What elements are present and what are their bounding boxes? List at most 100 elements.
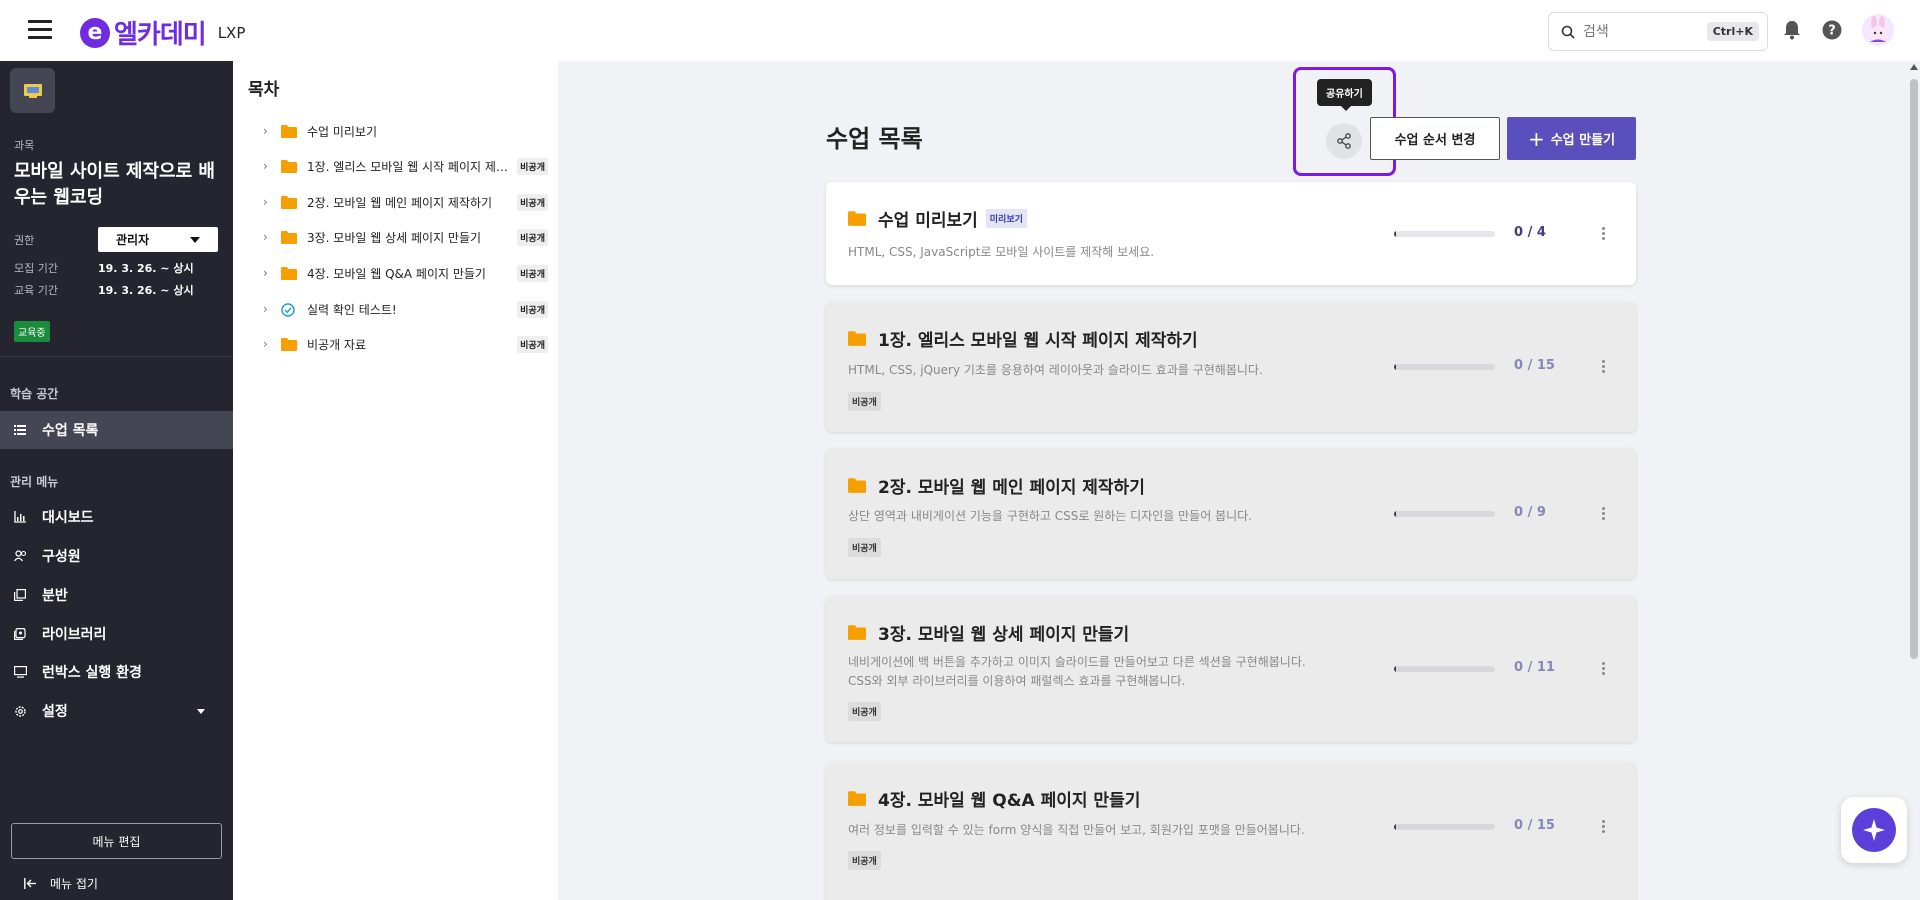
progress-count: 0 / 9 xyxy=(1514,505,1546,520)
sidebar-item-library[interactable]: 라이브러리 xyxy=(0,615,233,653)
chart-icon xyxy=(12,509,28,525)
progress-count: 0 / 15 xyxy=(1514,358,1555,373)
chevron-right-icon[interactable]: › xyxy=(263,159,273,173)
folder-icon xyxy=(281,230,297,244)
sidebar-item-runbox[interactable]: 런박스 실행 환경 xyxy=(0,653,233,691)
card-title: 2장. 모바일 웹 메인 페이지 제작하기 xyxy=(878,478,1145,498)
preview-badge: 미리보기 xyxy=(985,209,1027,228)
search-shortcut: Ctrl+K xyxy=(1706,22,1759,41)
private-badge: 비공개 xyxy=(848,702,881,721)
logo-text: 엘카데미 xyxy=(114,20,207,50)
sidebar-item-label: 라이브러리 xyxy=(42,627,107,643)
card-title: 4장. 모바일 웹 Q&A 페이지 만들기 xyxy=(878,791,1141,811)
toc-panel: 목차 › 수업 미리보기 › 1장. 엘리스 모바일 웹 시작 페이지 제작하기… xyxy=(233,61,558,900)
more-options-icon[interactable] xyxy=(1596,356,1610,376)
svg-text:?: ? xyxy=(1828,24,1836,39)
main-scrollbar[interactable] xyxy=(1908,61,1920,900)
card-header: 1장. 엘리스 모바일 웹 시작 페이지 제작하기 xyxy=(848,326,1198,351)
collapse-left-icon xyxy=(24,878,36,889)
hamburger-menu-icon[interactable] xyxy=(28,20,52,40)
status-badge: 교육중 xyxy=(14,321,50,342)
folder-icon xyxy=(848,211,866,226)
bell-icon[interactable] xyxy=(1780,18,1804,42)
class-icon xyxy=(12,587,28,603)
sidebar-item-dashboard[interactable]: 대시보드 xyxy=(0,498,233,536)
more-options-icon[interactable] xyxy=(1596,223,1610,243)
main-content: 수업 목록 공유하기 수업 순서 변경 + 수업 만들기 수업 미리보기 미리보… xyxy=(558,61,1908,900)
reorder-lessons-button[interactable]: 수업 순서 변경 xyxy=(1370,117,1500,160)
toc-item[interactable]: › 비공개 자료 비공개 xyxy=(263,330,548,358)
lesson-card[interactable]: 3장. 모바일 웹 상세 페이지 만들기 네비게이션에 백 버튼을 추가하고 이… xyxy=(826,596,1636,742)
recruit-period-value: 19. 3. 26. ~ 상시 xyxy=(98,262,194,275)
search-input[interactable] xyxy=(1583,23,1703,40)
toc-item-label: 비공개 자료 xyxy=(307,337,367,352)
toc-item[interactable]: › 수업 미리보기 xyxy=(263,117,548,145)
course-title: 모바일 사이트 제작으로 배우는 웹코딩 xyxy=(14,161,215,208)
toc-item-label: 2장. 모바일 웹 메인 페이지 제작하기 xyxy=(307,195,493,210)
card-desc: CSS와 외부 라이브러리를 이용하여 패럴렉스 효과를 구현해봅니다. xyxy=(848,674,1186,688)
scroll-up-icon[interactable] xyxy=(1910,64,1918,70)
permission-select[interactable]: 관리자 xyxy=(98,227,218,252)
sidebar-divider xyxy=(0,356,233,357)
sidebar-item-lessons[interactable]: 수업 목록 xyxy=(0,411,233,449)
more-options-icon[interactable] xyxy=(1596,658,1610,678)
private-badge: 비공개 xyxy=(848,538,881,557)
sidebar-item-label: 수업 목록 xyxy=(42,423,99,439)
folder-icon xyxy=(281,195,297,209)
ai-assistant-button[interactable] xyxy=(1841,797,1907,863)
toc-item[interactable]: › 2장. 모바일 웹 메인 페이지 제작하기 비공개 xyxy=(263,188,548,216)
more-options-icon[interactable] xyxy=(1596,503,1610,523)
toc-item-label: 4장. 모바일 웹 Q&A 페이지 만들기 xyxy=(307,266,486,281)
sidebar-item-class[interactable]: 분반 xyxy=(0,576,233,614)
private-badge: 비공개 xyxy=(517,157,548,175)
folder-icon xyxy=(281,159,297,173)
private-badge: 비공개 xyxy=(517,193,548,211)
edit-menu-button[interactable]: 메뉴 편집 xyxy=(11,823,222,859)
lesson-card[interactable]: 수업 미리보기 미리보기 HTML, CSS, JavaScript로 모바일 … xyxy=(826,182,1636,285)
private-badge: 비공개 xyxy=(517,228,548,246)
toc-item-label: 실력 확인 테스트! xyxy=(307,302,397,317)
lesson-card[interactable]: 2장. 모바일 웹 메인 페이지 제작하기 상단 영역과 내비게이션 기능을 구… xyxy=(826,449,1636,579)
collapse-menu-button[interactable]: 메뉴 접기 xyxy=(24,875,98,892)
sidebar-item-settings[interactable]: 설정 xyxy=(0,692,233,730)
private-badge: 비공개 xyxy=(848,851,881,870)
edu-period-value: 19. 3. 26. ~ 상시 xyxy=(98,284,194,297)
chevron-right-icon[interactable]: › xyxy=(263,302,273,316)
search-box[interactable]: Ctrl+K xyxy=(1548,12,1768,51)
create-lesson-button[interactable]: + 수업 만들기 xyxy=(1507,117,1636,160)
more-options-icon[interactable] xyxy=(1596,816,1610,836)
card-desc: 여러 정보를 입력할 수 있는 form 양식을 직접 만들어 보고, 회원가입… xyxy=(848,823,1305,837)
sidebar-item-label: 구성원 xyxy=(42,549,81,565)
private-badge: 비공개 xyxy=(517,300,548,318)
folder-icon xyxy=(848,331,866,346)
folder-icon xyxy=(281,124,297,138)
toc-item[interactable]: › 실력 확인 테스트! 비공개 xyxy=(263,295,548,323)
avatar[interactable] xyxy=(1862,14,1894,46)
share-tooltip: 공유하기 xyxy=(1317,79,1372,111)
private-badge: 비공개 xyxy=(848,392,881,411)
chevron-right-icon[interactable]: › xyxy=(263,230,273,244)
logo-mark: e xyxy=(80,17,110,48)
logo[interactable]: e 엘카데미 LXP xyxy=(80,14,245,51)
chevron-right-icon[interactable]: › xyxy=(263,266,273,280)
toc-item[interactable]: › 4장. 모바일 웹 Q&A 페이지 만들기 비공개 xyxy=(263,259,548,287)
toc-item[interactable]: › 1장. 엘리스 모바일 웹 시작 페이지 제작하기 비공개 xyxy=(263,152,548,180)
caret-down-icon xyxy=(190,237,200,243)
chevron-right-icon[interactable]: › xyxy=(263,337,273,351)
card-header: 2장. 모바일 웹 메인 페이지 제작하기 xyxy=(848,473,1145,498)
folder-icon xyxy=(848,791,866,806)
share-button[interactable] xyxy=(1326,123,1362,159)
card-header: 수업 미리보기 미리보기 xyxy=(848,206,1027,231)
folder-icon xyxy=(848,625,866,640)
card-title: 수업 미리보기 xyxy=(878,211,978,231)
sidebar-item-members[interactable]: 구성원 xyxy=(0,537,233,575)
lesson-card[interactable]: 4장. 모바일 웹 Q&A 페이지 만들기 여러 정보를 입력할 수 있는 fo… xyxy=(826,762,1636,900)
toc-item[interactable]: › 3장. 모바일 웹 상세 페이지 만들기 비공개 xyxy=(263,223,548,251)
scroll-thumb[interactable] xyxy=(1910,79,1918,659)
lesson-card[interactable]: 1장. 엘리스 모바일 웹 시작 페이지 제작하기 HTML, CSS, jQu… xyxy=(826,302,1636,432)
chevron-right-icon[interactable]: › xyxy=(263,195,273,209)
help-icon[interactable]: ? xyxy=(1820,18,1844,42)
toc-item-label: 3장. 모바일 웹 상세 페이지 만들기 xyxy=(307,230,482,245)
chevron-right-icon[interactable]: › xyxy=(263,124,273,138)
folder-icon xyxy=(281,337,297,351)
